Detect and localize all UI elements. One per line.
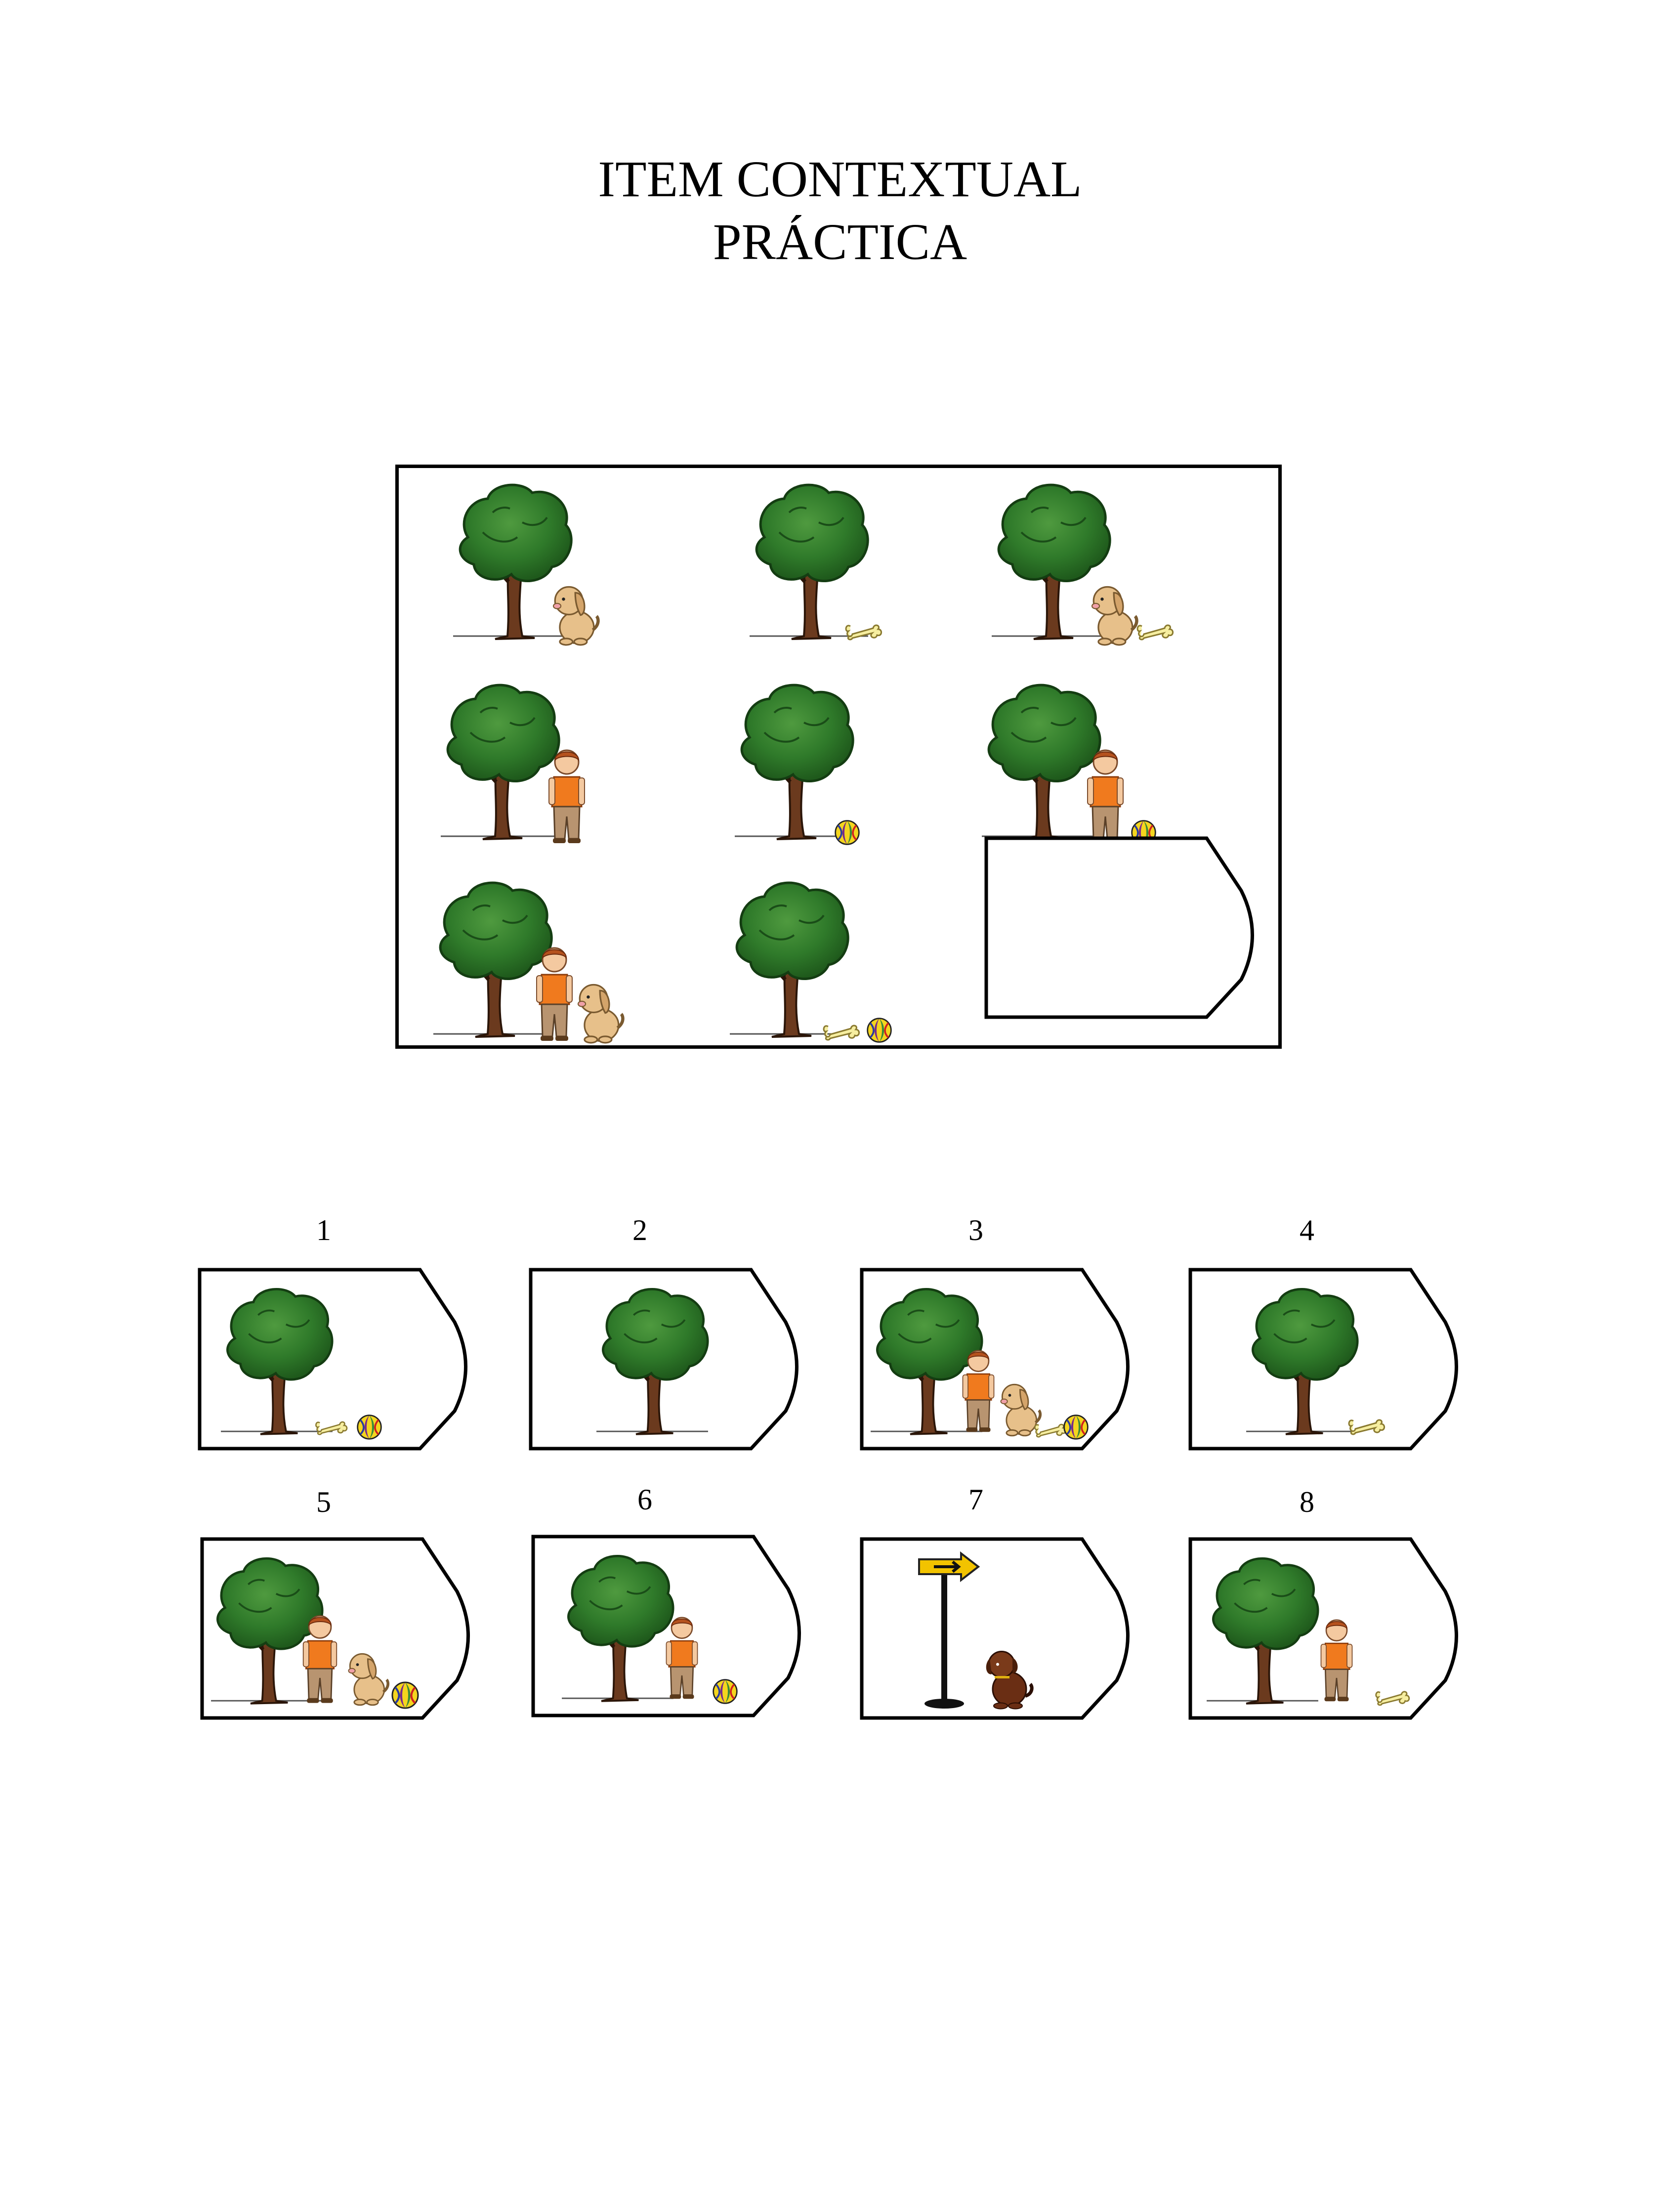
bone-icon [845, 624, 882, 641]
dog-icon [578, 985, 623, 1042]
option-number-4: 4 [1300, 1214, 1314, 1246]
option-card-6[interactable] [531, 1535, 808, 1720]
option-number-1: 1 [316, 1214, 331, 1246]
ball-icon [356, 1414, 382, 1440]
matrix-cell-2 [745, 478, 882, 656]
matrix-cell-3 [987, 478, 1174, 656]
option-number-7: 7 [968, 1483, 983, 1516]
bone-icon [1136, 624, 1174, 641]
matrix-cell-5 [730, 678, 860, 846]
ball-icon [866, 1017, 892, 1043]
option-number-3: 3 [968, 1214, 983, 1246]
matrix-cell-6 [977, 678, 1157, 846]
ball-icon [1063, 1414, 1089, 1440]
option-card-5[interactable] [200, 1537, 477, 1722]
tree-icon [453, 485, 572, 639]
option-card-4[interactable] [1188, 1268, 1465, 1453]
matrix-cell-8 [725, 876, 892, 1043]
option-card-2[interactable] [529, 1268, 805, 1453]
matrix-cell-7 [428, 876, 636, 1054]
tree-icon [992, 485, 1110, 639]
title-line-1: ITEM CONTEXTUAL [598, 151, 1082, 208]
tree-icon [433, 883, 552, 1037]
option-number-6: 6 [637, 1483, 652, 1516]
page-title: ITEM CONTEXTUAL PRÁCTICA [0, 148, 1680, 274]
option-number-5: 5 [316, 1486, 331, 1518]
option-number-2: 2 [632, 1214, 647, 1246]
answer-slot[interactable] [984, 836, 1261, 1022]
boy-icon [1087, 749, 1124, 844]
matrix-cell-1 [448, 478, 656, 656]
boy-icon [548, 749, 586, 844]
option-card-7[interactable] [860, 1537, 1136, 1722]
tree-icon [750, 485, 868, 639]
tree-icon [982, 685, 1100, 839]
tree-icon [735, 685, 853, 839]
option-number-8: 8 [1300, 1486, 1314, 1518]
matrix-panel [395, 465, 1282, 1049]
option-card-3[interactable] [860, 1268, 1136, 1453]
boy-icon [536, 947, 573, 1042]
option-card-1[interactable] [198, 1268, 474, 1453]
option-card-8[interactable] [1188, 1537, 1465, 1722]
ball-icon [391, 1681, 419, 1709]
bone-icon [823, 1025, 860, 1041]
tree-icon [730, 883, 848, 1037]
ball-icon [712, 1678, 738, 1705]
title-line-2: PRÁCTICA [713, 213, 967, 270]
matrix-cell-4 [436, 678, 586, 844]
tree-icon [441, 685, 559, 839]
ball-icon [834, 819, 860, 846]
